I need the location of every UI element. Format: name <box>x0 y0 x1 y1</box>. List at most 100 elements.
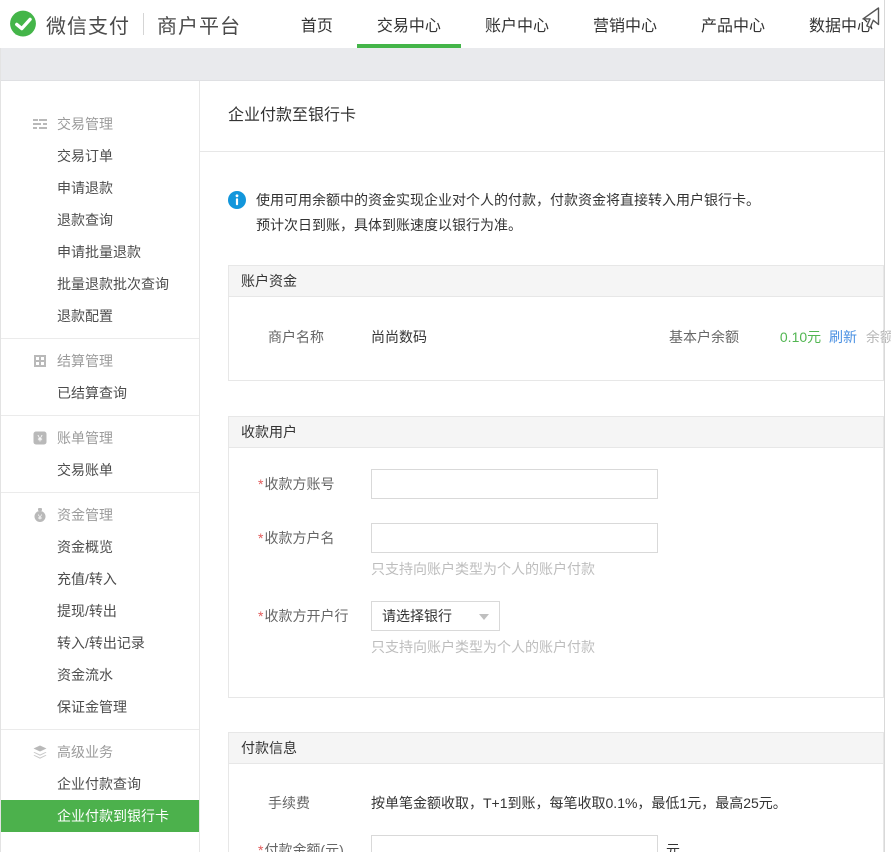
field-label-text: 收款方开户行 <box>264 608 348 624</box>
fee-label: 手续费 <box>229 795 371 811</box>
payee-account-input[interactable] <box>371 469 658 499</box>
svg-text:¥: ¥ <box>36 434 43 444</box>
amount-input[interactable] <box>371 835 658 852</box>
payee-name-input[interactable] <box>371 523 658 553</box>
brand-product-name: 商户平台 <box>157 10 241 39</box>
sidebar: 交易管理 交易订单 申请退款 退款查询 申请批量退款 批量退款批次查询 退款配置… <box>0 81 200 852</box>
basic-balance-label: 基本户余额 <box>669 329 739 345</box>
sidebar-item-transaction-orders[interactable]: 交易订单 <box>0 140 199 172</box>
nav-tab-account-center[interactable]: 账户中心 <box>485 0 549 48</box>
payee-name-label: *收款方户名 <box>229 523 371 577</box>
sidebar-item-transfer-records[interactable]: 转入/转出记录 <box>0 627 199 659</box>
sidebar-item-refund-config[interactable]: 退款配置 <box>0 300 199 332</box>
bill-icon: ¥ <box>32 430 48 446</box>
sidebar-item-transaction-bill[interactable]: 交易账单 <box>0 454 199 486</box>
sidebar-item-funds-overview[interactable]: 资金概览 <box>0 531 199 563</box>
notice-line-1: 使用可用余额中的资金实现企业对个人的付款，付款资金将直接转入用户银行卡。 <box>256 188 760 213</box>
sidebar-group-label: 高级业务 <box>57 742 113 762</box>
field-label-text: 收款方账号 <box>264 476 334 492</box>
account-funds-body: 商户名称 尚尚数码 基本户余额 0.10元 刷新 余额不足 <box>229 297 883 380</box>
amount-unit-suffix: 元 <box>666 835 680 852</box>
sidebar-item-security-deposit-mgmt[interactable]: 保证金管理 <box>0 691 199 723</box>
mouse-cursor-icon <box>858 6 882 32</box>
payee-bank-hint: 只支持向账户类型为个人的账户付款 <box>371 639 595 655</box>
sidebar-group-label: 交易管理 <box>57 114 113 134</box>
sidebar-item-deposit-transfer-in[interactable]: 充值/转入 <box>0 563 199 595</box>
sidebar-group-trade-mgmt: 交易管理 交易订单 申请退款 退款查询 申请批量退款 批量退款批次查询 退款配置 <box>0 102 199 338</box>
sidebar-item-enterprise-payment-to-bank-card[interactable]: 企业付款到银行卡 <box>0 800 199 832</box>
sidebar-item-funds-flow[interactable]: 资金流水 <box>0 659 199 691</box>
settlement-icon <box>32 353 48 369</box>
basic-balance-value: 0.10元 <box>780 329 821 345</box>
payee-bank-field-wrap: 请选择银行 只支持向账户类型为个人的账户付款 <box>371 601 595 655</box>
field-label-text: 付款金额(元) <box>264 842 343 852</box>
required-mark: * <box>258 608 263 624</box>
payee-account-field-wrap <box>371 469 658 499</box>
notice-line-2: 预计次日到账，具体到账速度以银行为准。 <box>256 213 760 238</box>
payment-info-section: 付款信息 手续费 按单笔金额收取，T+1到账，每笔收取0.1%，最低1元，最高2… <box>228 732 884 852</box>
sidebar-group-title-funds-mgmt: ¥ 资金管理 <box>0 499 199 531</box>
payee-header: 收款用户 <box>229 417 883 448</box>
sidebar-group-settlement-mgmt: 结算管理 已结算查询 <box>0 338 199 415</box>
primary-nav: 首页 交易中心 账户中心 营销中心 产品中心 数据中心 <box>301 0 873 48</box>
field-label-text: 收款方户名 <box>264 530 334 546</box>
merchant-name-label: 商户名称 <box>268 327 324 347</box>
sidebar-group-title-bill-mgmt: ¥ 账单管理 <box>0 422 199 454</box>
refresh-balance-link[interactable]: 刷新 <box>829 329 857 345</box>
transaction-icon <box>32 116 48 132</box>
nav-tab-home[interactable]: 首页 <box>301 0 333 48</box>
payee-body: *收款方账号 *收款方户名 只支持向账户类型为个人的账户付款 *收款方开户行 <box>229 448 883 697</box>
bank-select[interactable]: 请选择银行 <box>371 601 500 631</box>
page-left-border <box>0 48 1 852</box>
info-notice: 使用可用余额中的资金实现企业对个人的付款，付款资金将直接转入用户银行卡。 预计次… <box>228 188 884 238</box>
merchant-name-value: 尚尚数码 <box>371 327 427 347</box>
payee-section: 收款用户 *收款方账号 *收款方户名 只支持向账户类型为个人的账户付款 <box>228 416 884 698</box>
nav-tab-product-center[interactable]: 产品中心 <box>701 0 765 48</box>
sidebar-group-advanced-business: 高级业务 企业付款查询 企业付款到银行卡 <box>0 729 199 838</box>
advanced-business-icon <box>32 744 48 760</box>
nav-tab-transaction-center[interactable]: 交易中心 <box>377 0 441 48</box>
info-icon <box>228 191 246 209</box>
page-right-border <box>884 0 885 852</box>
account-funds-header: 账户资金 <box>229 266 883 297</box>
top-header: 微信支付 商户平台 首页 交易中心 账户中心 营销中心 产品中心 数据中心 <box>0 0 884 48</box>
amount-label: *付款金额(元) <box>229 835 371 852</box>
payee-bank-label: *收款方开户行 <box>229 601 371 655</box>
nav-tab-marketing-center[interactable]: 营销中心 <box>593 0 657 48</box>
sidebar-group-funds-mgmt: ¥ 资金管理 资金概览 充值/转入 提现/转出 转入/转出记录 资金流水 保证金… <box>0 492 199 729</box>
sidebar-group-bill-mgmt: ¥ 账单管理 交易账单 <box>0 415 199 492</box>
sidebar-group-title-advanced-business: 高级业务 <box>0 736 199 768</box>
sidebar-group-title-trade-mgmt: 交易管理 <box>0 108 199 140</box>
bank-select-value: 请选择银行 <box>382 608 452 624</box>
wechat-pay-logo-icon <box>8 9 38 39</box>
basic-balance-group: 基本户余额 0.10元 刷新 余额不足 <box>669 327 891 347</box>
payment-info-header: 付款信息 <box>229 733 883 764</box>
payee-account-label: *收款方账号 <box>229 469 371 499</box>
brand-divider <box>143 13 144 35</box>
sidebar-group-title-settlement-mgmt: 结算管理 <box>0 345 199 377</box>
brand-name: 微信支付 <box>46 10 130 39</box>
sidebar-item-refund-query[interactable]: 退款查询 <box>0 204 199 236</box>
sidebar-item-apply-batch-refund[interactable]: 申请批量退款 <box>0 236 199 268</box>
payee-name-field-wrap: 只支持向账户类型为个人的账户付款 <box>371 523 658 577</box>
sidebar-item-batch-refund-query[interactable]: 批量退款批次查询 <box>0 268 199 300</box>
main-content: 企业付款至银行卡 使用可用余额中的资金实现企业对个人的付款，付款资金将直接转入用… <box>200 81 884 852</box>
wechat-pay-merchant-platform: 微信支付 商户平台 首页 交易中心 账户中心 营销中心 产品中心 数据中心 交易… <box>0 0 891 852</box>
chevron-down-icon <box>479 614 489 620</box>
payee-account-row: *收款方账号 <box>229 469 883 499</box>
sidebar-group-label: 账单管理 <box>57 428 113 448</box>
notice-text: 使用可用余额中的资金实现企业对个人的付款，付款资金将直接转入用户银行卡。 预计次… <box>256 188 760 238</box>
required-mark: * <box>258 530 263 546</box>
amount-row: *付款金额(元) 元 <box>229 835 883 852</box>
sidebar-item-apply-refund[interactable]: 申请退款 <box>0 172 199 204</box>
sidebar-item-settled-query[interactable]: 已结算查询 <box>0 377 199 409</box>
balance-insufficient-tip: 余额不足 <box>866 329 891 345</box>
account-funds-section: 账户资金 商户名称 尚尚数码 基本户余额 0.10元 刷新 余额不足 <box>228 265 884 381</box>
required-mark: * <box>258 476 263 492</box>
brand: 微信支付 商户平台 <box>8 9 241 39</box>
sidebar-item-enterprise-payment-query[interactable]: 企业付款查询 <box>0 768 199 800</box>
funds-icon: ¥ <box>32 507 48 523</box>
sidebar-item-withdraw-transfer-out[interactable]: 提现/转出 <box>0 595 199 627</box>
fee-row: 手续费 按单笔金额收取，T+1到账，每笔收取0.1%，最低1元，最高25元。 <box>229 795 883 811</box>
required-mark: * <box>258 842 263 852</box>
